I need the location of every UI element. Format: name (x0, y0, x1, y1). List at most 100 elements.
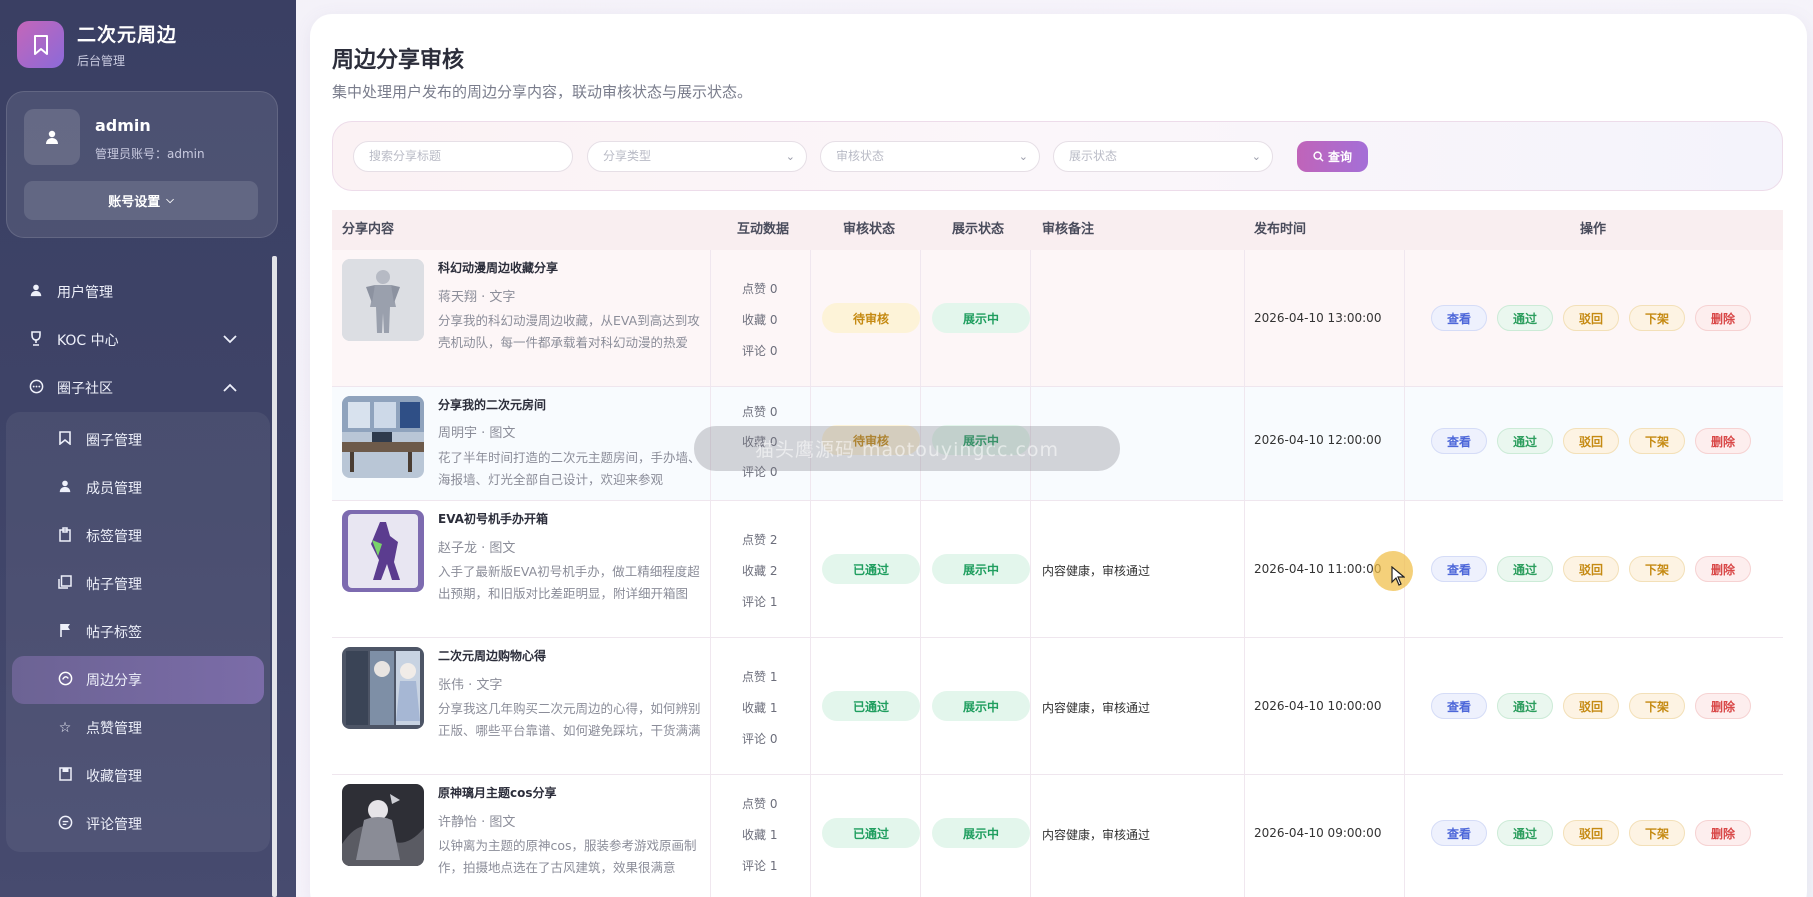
share-icon (56, 671, 74, 690)
comment-count: 评论 0 (742, 344, 778, 358)
thumbnail-image[interactable] (342, 510, 424, 592)
search-input[interactable]: 搜索分享标题 (353, 141, 573, 172)
view-button[interactable]: 查看 (1431, 820, 1487, 846)
take-down-button[interactable]: 下架 (1629, 820, 1685, 846)
approve-button[interactable]: 通过 (1497, 693, 1553, 719)
brand-subtitle: 后台管理 (77, 54, 126, 68)
approve-button[interactable]: 通过 (1497, 556, 1553, 582)
delete-button[interactable]: 删除 (1695, 305, 1751, 331)
audit-remark: 内容健康，审核通过 (1042, 564, 1151, 578)
like-count: 点赞 1 (742, 670, 778, 684)
sidebar-item-circle-community[interactable]: 圈子社区 (0, 364, 290, 412)
star-icon: ☆ (58, 720, 72, 736)
sidebar-item-label: 评论管理 (86, 817, 142, 833)
share-title[interactable]: 科幻动漫周边收藏分享 (438, 259, 558, 276)
sidebar-item-favorite-manage[interactable]: 收藏管理 (6, 752, 270, 800)
chevron-down-icon[interactable] (223, 333, 237, 347)
publish-time: 2026-04-10 09:00:00 (1254, 826, 1382, 840)
approve-button[interactable]: 通过 (1497, 428, 1553, 454)
table-row[interactable]: 二次元周边购物心得 张伟 · 文字 分享我这几年购买二次元周边的心得，如何辨别正… (332, 638, 1783, 775)
thumbnail-image[interactable] (342, 647, 424, 729)
take-down-button[interactable]: 下架 (1629, 556, 1685, 582)
publish-time: 2026-04-10 10:00:00 (1254, 699, 1382, 713)
share-meta: 张伟 · 文字 (438, 678, 503, 693)
share-title[interactable]: 分享我的二次元房间 (438, 396, 546, 413)
audit-status-select[interactable]: 审核状态 ⌄ (820, 141, 1040, 172)
th-stats: 互动数据 (737, 222, 790, 237)
sidebar-item-circle-manage[interactable]: 圈子管理 (6, 416, 270, 464)
share-title[interactable]: EVA初号机手办开箱 (438, 510, 548, 527)
share-desc: 分享我这几年购买二次元周边的心得，如何辨别正版、哪些平台靠谱、如何避免踩坑，干货… (438, 701, 701, 738)
reject-button[interactable]: 驳回 (1563, 428, 1619, 454)
table-header: 分享内容 互动数据 审核状态 展示状态 审核备注 发布时间 操作 (332, 210, 1783, 250)
sidebar-item-comment-manage[interactable]: 评论管理 (6, 800, 270, 848)
brand[interactable]: 二次元周边 后台管理 (17, 20, 177, 69)
reject-button[interactable]: 驳回 (1563, 305, 1619, 331)
publish-time: 2026-04-10 11:00:00 (1254, 562, 1382, 576)
table-row[interactable]: 科幻动漫周边收藏分享 蒋天翔 · 文字 分享我的科幻动漫周边收藏，从EVA到高达… (332, 250, 1783, 387)
thumbnail-image[interactable] (342, 784, 424, 866)
sidebar-item-like-manage[interactable]: ☆ 点赞管理 (6, 704, 270, 752)
sidebar-item-post-manage[interactable]: 帖子管理 (6, 560, 270, 608)
sidebar-item-label: KOC 中心 (57, 333, 119, 349)
user-icon (27, 283, 45, 301)
share-title[interactable]: 原神璃月主题cos分享 (438, 784, 557, 801)
display-status-select[interactable]: 展示状态 ⌄ (1053, 141, 1273, 172)
share-desc: 分享我的科幻动漫周边收藏，从EVA到高达到攻壳机动队，每一件都承载着对科幻动漫的… (438, 313, 700, 350)
reject-button[interactable]: 驳回 (1563, 820, 1619, 846)
row-actions: 查看 通过 驳回 下架 删除 (1431, 556, 1751, 582)
sidebar-item-koc[interactable]: KOC 中心 (0, 316, 290, 364)
sidebar-item-label: 圈子社区 (57, 381, 113, 397)
user-icon (46, 130, 58, 144)
user-name: admin (95, 116, 151, 135)
sidebar-item-label: 圈子管理 (86, 433, 142, 449)
sidebar-item-label: 用户管理 (57, 285, 113, 301)
brand-logo-icon (17, 21, 64, 68)
sidebar-item-users[interactable]: 用户管理 (0, 268, 290, 316)
account-settings-label: 账号设置 (108, 195, 161, 210)
delete-button[interactable]: 删除 (1695, 556, 1751, 582)
chevron-down-icon: ⌄ (785, 150, 795, 163)
share-desc: 花了半年时间打造的二次元主题房间，手办墙、海报墙、灯光全部自己设计，欢迎来参观 (438, 450, 701, 487)
thumbnail-image[interactable] (342, 259, 424, 341)
reject-button[interactable]: 驳回 (1563, 693, 1619, 719)
comment-count: 评论 0 (742, 732, 778, 746)
sidebar-item-post-tags[interactable]: 帖子标签 (6, 608, 270, 656)
audit-status-badge: 已通过 (822, 691, 920, 721)
take-down-button[interactable]: 下架 (1629, 693, 1685, 719)
query-button[interactable]: 查询 (1297, 141, 1368, 172)
delete-button[interactable]: 删除 (1695, 693, 1751, 719)
chat-icon (27, 379, 45, 398)
take-down-button[interactable]: 下架 (1629, 305, 1685, 331)
reject-button[interactable]: 驳回 (1563, 556, 1619, 582)
approve-button[interactable]: 通过 (1497, 820, 1553, 846)
sidebar-item-tag-manage[interactable]: 标签管理 (6, 512, 270, 560)
like-count: 点赞 0 (742, 282, 778, 296)
view-button[interactable]: 查看 (1431, 693, 1487, 719)
thumbnail-image[interactable] (342, 396, 424, 478)
share-type-select[interactable]: 分享类型 ⌄ (587, 141, 807, 172)
account-settings-button[interactable]: 账号设置 ⌵ (24, 181, 258, 220)
filter-bar: 搜索分享标题 分享类型 ⌄ 审核状态 ⌄ 展示状态 ⌄ 查询 (332, 121, 1783, 191)
table-row[interactable]: EVA初号机手办开箱 赵子龙 · 图文 入手了最新版EVA初号机手办，做工精细程… (332, 501, 1783, 638)
view-button[interactable]: 查看 (1431, 305, 1487, 331)
table-row[interactable]: 原神璃月主题cos分享 许静怡 · 图文 以钟离为主题的原神cos，服装参考游戏… (332, 775, 1783, 897)
th-remark: 审核备注 (1042, 222, 1095, 237)
chevron-up-icon[interactable] (223, 381, 237, 395)
share-desc: 入手了最新版EVA初号机手办，做工精细程度超出预期，和旧版对比差距明显，附详细开… (438, 564, 700, 601)
audit-status-placeholder: 审核状态 (836, 149, 885, 163)
publish-time: 2026-04-10 12:00:00 (1254, 433, 1382, 447)
sidebar-item-label: 收藏管理 (86, 769, 142, 785)
view-button[interactable]: 查看 (1431, 428, 1487, 454)
save-icon (56, 767, 74, 785)
delete-button[interactable]: 删除 (1695, 820, 1751, 846)
share-title[interactable]: 二次元周边购物心得 (438, 647, 546, 664)
sidebar-item-member-manage[interactable]: 成员管理 (6, 464, 270, 512)
approve-button[interactable]: 通过 (1497, 305, 1553, 331)
share-table: 分享内容 互动数据 审核状态 展示状态 审核备注 发布时间 操作 科幻动漫周边收… (332, 210, 1783, 897)
sidebar-scrollbar[interactable] (272, 256, 277, 897)
sidebar-item-merch-share[interactable]: 周边分享 (12, 656, 264, 704)
take-down-button[interactable]: 下架 (1629, 428, 1685, 454)
delete-button[interactable]: 删除 (1695, 428, 1751, 454)
view-button[interactable]: 查看 (1431, 556, 1487, 582)
